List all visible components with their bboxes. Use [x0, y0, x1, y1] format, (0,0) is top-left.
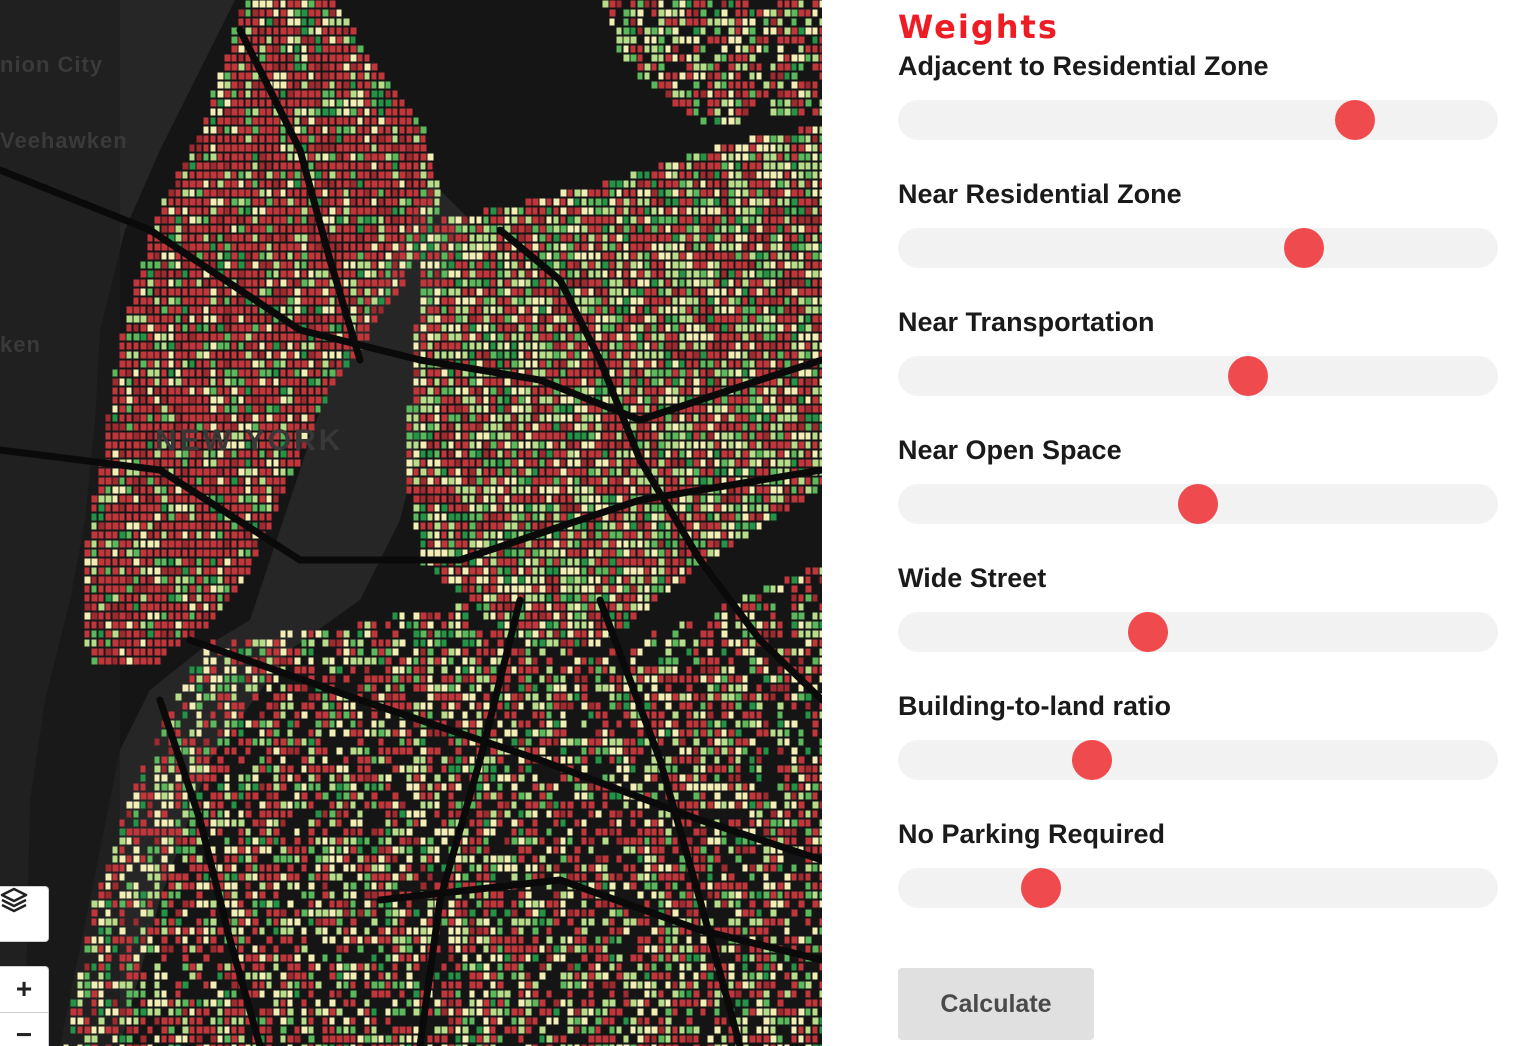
slider-track[interactable]: [898, 356, 1498, 396]
slider-adjacent-residential: Adjacent to Residential Zone: [898, 48, 1498, 140]
slider-track[interactable]: [898, 228, 1498, 268]
slider-near-transportation: Near Transportation: [898, 304, 1498, 396]
slider-near-open-space: Near Open Space: [898, 432, 1498, 524]
map-view[interactable]: nion City Veehawken ken NEW YORK + −: [0, 0, 822, 1046]
panel-title: Weights: [898, 8, 1059, 46]
slider-building-to-land-ratio: Building-to-land ratio: [898, 688, 1498, 780]
slider-thumb[interactable]: [1334, 100, 1375, 140]
slider-thumb[interactable]: [1127, 612, 1168, 652]
weights-panel: Weights Adjacent to Residential Zone Nea…: [822, 0, 1532, 1046]
slider-track[interactable]: [898, 484, 1498, 524]
layers-button[interactable]: [0, 886, 49, 942]
zoom-out-button[interactable]: −: [0, 1011, 48, 1046]
slider-label: Near Open Space: [898, 435, 1122, 465]
layers-icon: [0, 887, 28, 913]
map-label-weehawken: Veehawken: [0, 128, 128, 153]
slider-thumb[interactable]: [1178, 484, 1218, 524]
map-label-new-york: NEW YORK: [155, 424, 344, 457]
choropleth-map[interactable]: [0, 0, 822, 1046]
slider-wide-street: Wide Street: [898, 560, 1498, 652]
slider-near-residential: Near Residential Zone: [898, 176, 1498, 268]
slider-label: Building-to-land ratio: [898, 691, 1171, 721]
zoom-control: + −: [0, 966, 49, 1046]
slider-track[interactable]: [898, 100, 1498, 140]
slider-track[interactable]: [898, 740, 1498, 780]
calculate-button[interactable]: Calculate: [898, 968, 1094, 1040]
slider-label: Near Transportation: [898, 307, 1155, 337]
slider-label: Wide Street: [898, 563, 1047, 593]
slider-label: No Parking Required: [898, 819, 1166, 849]
slider-thumb[interactable]: [1021, 868, 1062, 908]
slider-label: Near Residential Zone: [898, 179, 1182, 209]
slider-track[interactable]: [898, 612, 1498, 652]
slider-track[interactable]: [898, 868, 1498, 908]
zoom-in-button[interactable]: +: [0, 967, 48, 1012]
slider-thumb[interactable]: [1228, 356, 1269, 396]
slider-no-parking-required: No Parking Required: [898, 816, 1498, 908]
map-label-hoboken: ken: [0, 332, 41, 357]
slider-thumb[interactable]: [1284, 228, 1325, 268]
slider-thumb[interactable]: [1071, 740, 1112, 780]
slider-label: Adjacent to Residential Zone: [898, 51, 1269, 81]
map-label-union-city: nion City: [0, 52, 104, 77]
